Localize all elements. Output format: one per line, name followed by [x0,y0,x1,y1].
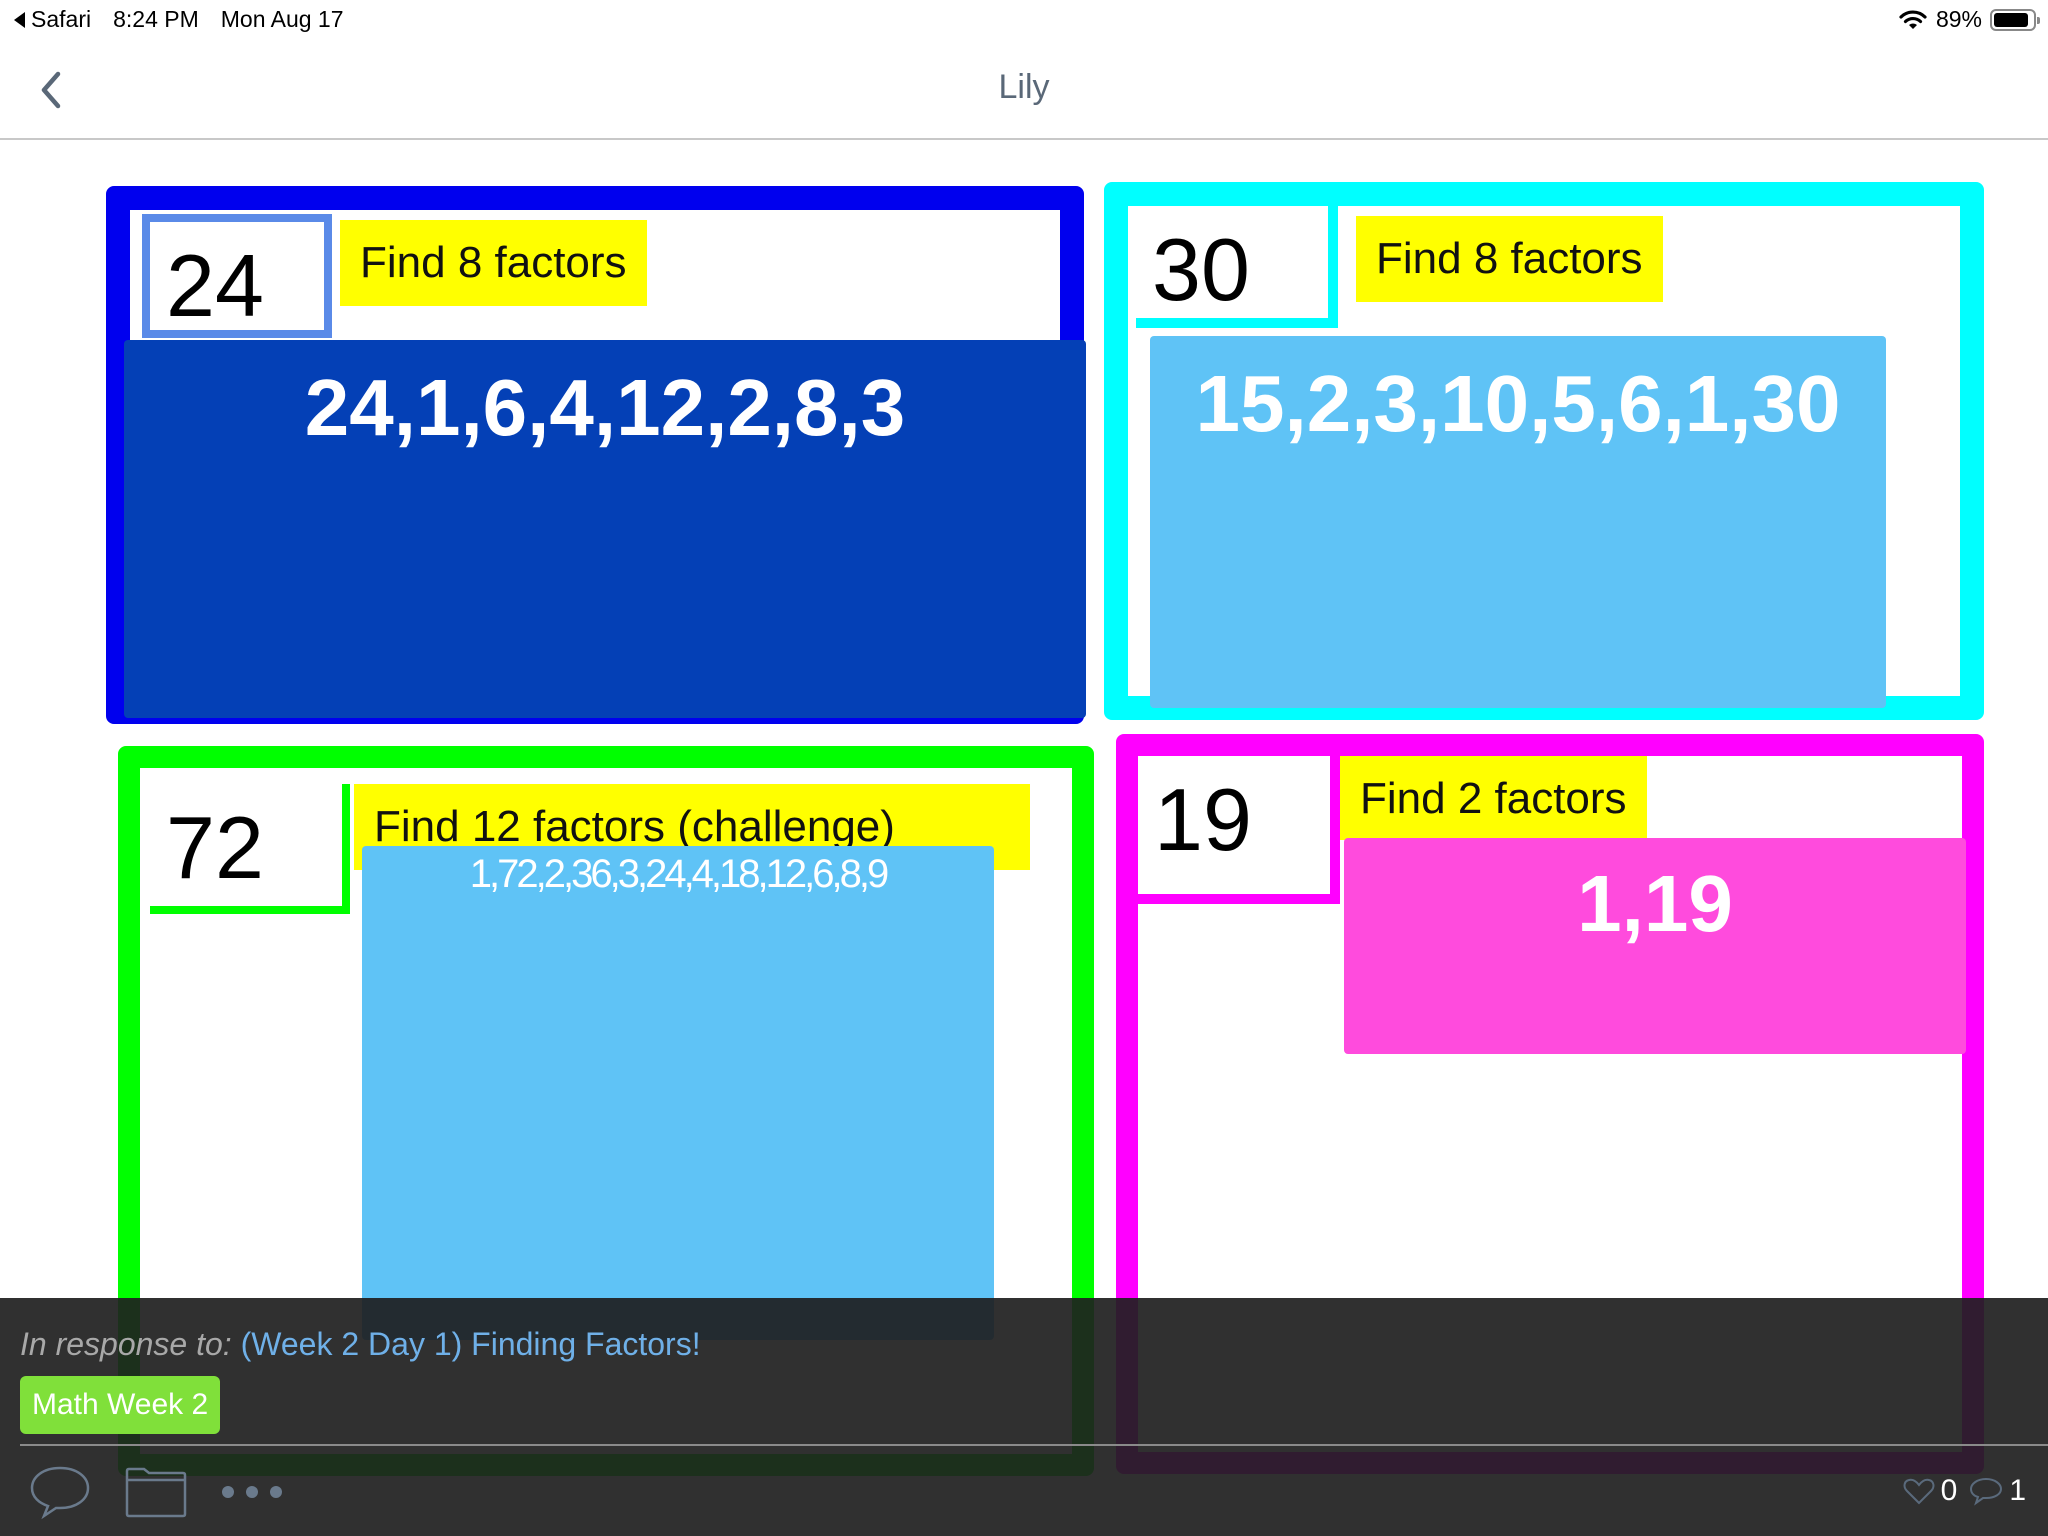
target-number: 24 [142,214,332,338]
post-toolbar: 0 1 [0,1452,2048,1536]
task-label: Find 8 factors [1356,216,1663,302]
response-line: In response to: (Week 2 Day 1) Finding F… [20,1326,701,1363]
nav-bar: Lily [0,40,2048,140]
status-date: Mon Aug 17 [220,6,344,32]
reaction-counts: 0 1 [1903,1474,2026,1508]
more-button[interactable] [220,1482,284,1507]
battery-icon [1990,8,2040,31]
like-count: 0 [1940,1474,1958,1507]
target-number: 19 [1138,756,1340,904]
back-to-safari[interactable]: Safari [14,6,91,33]
folder-tag[interactable]: Math Week 2 [20,1376,221,1434]
post-footer: In response to: (Week 2 Day 1) Finding F… [0,1298,2048,1536]
answer-box: 1,72,2,36,3,24,4,18,12,6,8,9 [362,846,994,1340]
page-title: Lily [998,68,1050,106]
target-number: 72 [150,784,350,914]
factor-panel-30: 30 Find 8 factors 15,2,3,10,5,6,1,30 [1104,182,1984,720]
status-bar: Safari 8:24 PM Mon Aug 17 89% [0,0,2048,40]
comment-count-icon[interactable] [1969,1476,2003,1506]
response-label: In response to: [20,1326,232,1362]
folder-icon [125,1467,187,1518]
task-label: Find 2 factors [1340,756,1647,840]
comment-icon [30,1466,90,1520]
more-icon [222,1486,282,1498]
comment-button[interactable] [28,1464,92,1525]
factor-panel-24: 24 Find 8 factors 24,1,6,4,12,2,8,3 [106,186,1086,724]
status-time: 8:24 PM [113,6,199,32]
task-label: Find 8 factors [340,220,647,306]
answer-box: 24,1,6,4,12,2,8,3 [124,340,1086,718]
divider [20,1444,2048,1446]
back-app-label: Safari [31,6,92,32]
heart-icon[interactable] [1903,1477,1935,1505]
answer-box: 1,19 [1344,838,1966,1054]
battery-percent: 89% [1935,6,1982,32]
target-number: 30 [1136,206,1338,328]
answer-box: 15,2,3,10,5,6,1,30 [1150,336,1886,708]
comment-count: 1 [2009,1474,2026,1507]
battery-fill [1994,12,2028,27]
back-triangle-icon [14,11,25,28]
activity-link[interactable]: (Week 2 Day 1) Finding Factors! [241,1326,701,1362]
wifi-icon [1899,9,1927,29]
folder-button[interactable] [124,1466,188,1523]
